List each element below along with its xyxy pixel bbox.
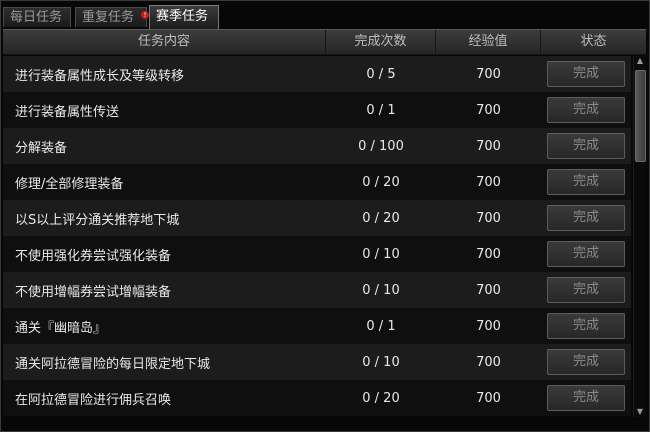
task-count: 0 / 10 [362, 246, 400, 262]
tab-daily-label: 每日任务 [10, 10, 63, 25]
complete-button[interactable]: 完成 [547, 61, 625, 87]
tab-season[interactable]: 赛季任务 [149, 5, 219, 29]
task-count: 0 / 5 [366, 66, 396, 82]
complete-button[interactable]: 完成 [547, 169, 625, 195]
triangle-down-icon[interactable]: ▼ [635, 407, 645, 417]
task-row: 进行装备属性成长及等级转移 0 / 5 700 完成 [3, 56, 631, 92]
table-header: 任务内容 完成次数 经验值 状态 [3, 29, 646, 55]
task-exp: 700 [476, 318, 501, 334]
task-count: 0 / 20 [362, 390, 400, 406]
task-count: 0 / 100 [358, 138, 404, 154]
task-exp: 700 [476, 174, 501, 190]
complete-button[interactable]: 完成 [547, 349, 625, 375]
complete-button[interactable]: 完成 [547, 97, 625, 123]
task-name: 修理/全部修理装备 [15, 176, 124, 192]
notification-badge: ! [141, 11, 149, 19]
task-name: 通关『幽暗岛』 [15, 320, 107, 336]
task-name: 进行装备属性传送 [15, 104, 120, 120]
task-name: 在阿拉德冒险进行佣兵召唤 [15, 392, 172, 408]
triangle-up-icon[interactable]: ▲ [635, 56, 645, 66]
task-exp: 700 [476, 246, 501, 262]
complete-button[interactable]: 完成 [547, 241, 625, 267]
task-count: 0 / 20 [362, 210, 400, 226]
scrollbar-thumb[interactable] [635, 70, 646, 162]
task-exp: 700 [476, 66, 501, 82]
task-name: 分解装备 [15, 140, 68, 156]
task-count: 0 / 1 [366, 102, 396, 118]
scrollbar[interactable]: ▲ ▼ [633, 56, 646, 417]
task-list: 进行装备属性成长及等级转移 0 / 5 700 完成 进行装备属性传送 0 / … [3, 56, 631, 416]
tab-repeat[interactable]: 重复任务 ! [75, 7, 149, 27]
tab-repeat-label: 重复任务 [82, 10, 135, 25]
complete-button[interactable]: 完成 [547, 277, 625, 303]
task-count: 0 / 10 [362, 354, 400, 370]
task-count: 0 / 1 [366, 318, 396, 334]
task-name: 不使用增幅券尝试增幅装备 [15, 284, 172, 300]
task-exp: 700 [476, 102, 501, 118]
complete-button[interactable]: 完成 [547, 385, 625, 411]
task-row: 通关『幽暗岛』 0 / 1 700 完成 [3, 308, 631, 344]
task-exp: 700 [476, 354, 501, 370]
header-exp: 经验值 [436, 30, 541, 54]
quest-window: 每日任务 重复任务 ! 赛季任务 任务内容 完成次数 经验值 状态 进行装备属性… [0, 0, 650, 432]
task-count: 0 / 10 [362, 282, 400, 298]
task-exp: 700 [476, 210, 501, 226]
header-task-content: 任务内容 [3, 30, 326, 54]
header-status: 状态 [580, 34, 607, 49]
header-complete-count: 完成次数 [326, 30, 436, 54]
task-count: 0 / 20 [362, 174, 400, 190]
task-name: 以S以上评分通关推荐地下城 [15, 212, 180, 228]
task-row: 进行装备属性传送 0 / 1 700 完成 [3, 92, 631, 128]
task-row: 以S以上评分通关推荐地下城 0 / 20 700 完成 [3, 200, 631, 236]
task-row: 在阿拉德冒险进行佣兵召唤 0 / 20 700 完成 [3, 380, 631, 416]
complete-button[interactable]: 完成 [547, 313, 625, 339]
task-row: 修理/全部修理装备 0 / 20 700 完成 [3, 164, 631, 200]
task-row: 不使用强化券尝试强化装备 0 / 10 700 完成 [3, 236, 631, 272]
task-name: 通关阿拉德冒险的每日限定地下城 [15, 356, 211, 372]
task-exp: 700 [476, 390, 501, 406]
complete-button[interactable]: 完成 [547, 205, 625, 231]
task-name: 进行装备属性成长及等级转移 [15, 68, 185, 84]
task-exp: 700 [476, 282, 501, 298]
task-name: 不使用强化券尝试强化装备 [15, 248, 172, 264]
task-row: 不使用增幅券尝试增幅装备 0 / 10 700 完成 [3, 272, 631, 308]
tab-daily[interactable]: 每日任务 [3, 7, 71, 27]
task-row: 通关阿拉德冒险的每日限定地下城 0 / 10 700 完成 [3, 344, 631, 380]
task-row: 分解装备 0 / 100 700 完成 [3, 128, 631, 164]
complete-button[interactable]: 完成 [547, 133, 625, 159]
task-exp: 700 [476, 138, 501, 154]
tab-season-label: 赛季任务 [156, 9, 209, 24]
